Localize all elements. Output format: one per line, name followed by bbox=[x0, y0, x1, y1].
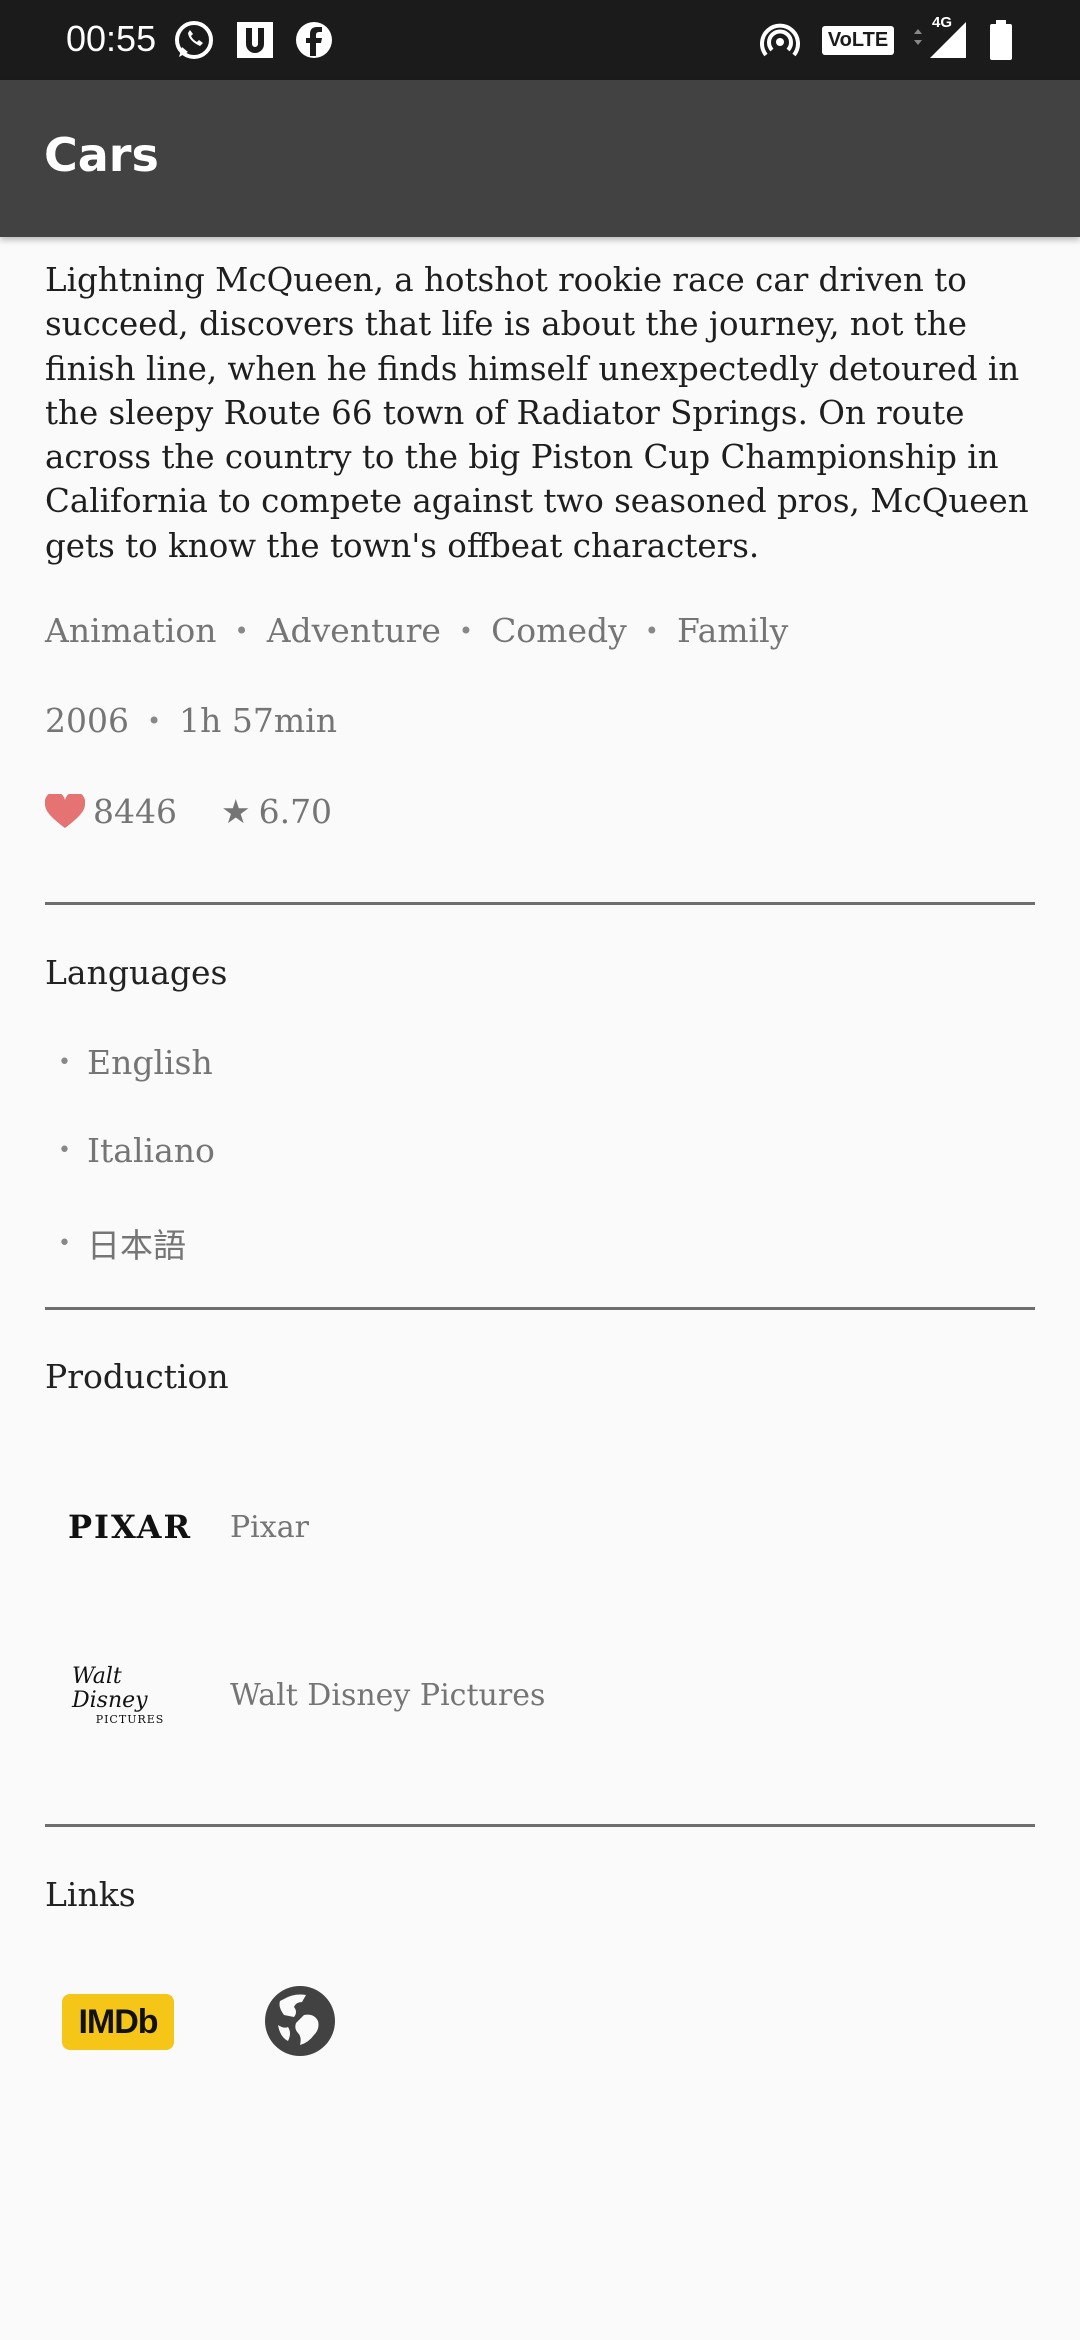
links-heading: Links bbox=[45, 1875, 136, 1914]
signal-4g-icon: 4G bbox=[908, 14, 968, 64]
release-year: 2006 bbox=[45, 701, 129, 740]
bullet: • bbox=[58, 1138, 71, 1163]
pixar-logo: PIXAR bbox=[68, 1502, 190, 1552]
release-info: 2006 • 1h 57min bbox=[45, 701, 337, 740]
imdb-link-button[interactable]: IMDb bbox=[62, 1994, 174, 2050]
genre-item: Comedy bbox=[491, 611, 627, 650]
language-label: English bbox=[86, 1043, 213, 1082]
website-link-button[interactable] bbox=[264, 1985, 336, 2057]
separator-dot: • bbox=[644, 616, 659, 645]
genre-item: Adventure bbox=[266, 611, 441, 650]
language-label: Italiano bbox=[86, 1131, 215, 1170]
company-name: Pixar bbox=[230, 1510, 309, 1545]
genre-list: Animation • Adventure • Comedy • Family bbox=[45, 611, 788, 650]
separator-dot: • bbox=[234, 616, 249, 645]
movie-overview: Lightning McQueen, a hotshot rookie race… bbox=[45, 261, 1029, 565]
divider bbox=[45, 1307, 1035, 1310]
battery-icon bbox=[986, 16, 1016, 64]
languages-heading: Languages bbox=[45, 953, 228, 992]
hotspot-icon bbox=[758, 16, 802, 64]
disney-logo: Walt Disney PICTURES bbox=[72, 1664, 188, 1726]
separator-dot: • bbox=[146, 706, 162, 735]
runtime: 1h 57min bbox=[179, 701, 337, 740]
rating-value: 6.70 bbox=[258, 792, 333, 831]
genre-item: Family bbox=[676, 611, 789, 650]
divider bbox=[45, 1824, 1035, 1827]
stats-row: 8446 ★ 6.70 bbox=[45, 792, 332, 831]
likes-count: 8446 bbox=[93, 792, 177, 831]
language-item: • Italiano bbox=[58, 1131, 215, 1170]
disney-logo-subtext: PICTURES bbox=[95, 1712, 165, 1726]
language-item: • English bbox=[58, 1043, 213, 1082]
pixar-logo-text: PIXAR bbox=[67, 1508, 193, 1546]
disney-logo-text: Walt Disney bbox=[72, 1663, 148, 1713]
page-title: Cars bbox=[44, 128, 159, 182]
company-name: Walt Disney Pictures bbox=[230, 1678, 546, 1713]
star-icon: ★ bbox=[220, 792, 251, 831]
globe-icon bbox=[265, 1986, 335, 2056]
divider bbox=[45, 902, 1035, 905]
status-time: 00:55 bbox=[66, 18, 157, 59]
bullet: • bbox=[58, 1050, 71, 1075]
network-type-label: 4G bbox=[932, 14, 953, 31]
app-bar: Cars bbox=[0, 80, 1080, 237]
production-heading: Production bbox=[45, 1357, 229, 1396]
separator-dot: • bbox=[458, 616, 474, 645]
u-app-icon bbox=[233, 16, 277, 64]
language-item: • 日本語 bbox=[58, 1219, 186, 1267]
genre-item: Animation bbox=[45, 611, 217, 650]
facebook-icon bbox=[292, 16, 336, 64]
language-label: 日本語 bbox=[86, 1226, 186, 1265]
bullet: • bbox=[58, 1230, 71, 1256]
whatsapp-icon bbox=[172, 16, 216, 64]
heart-icon bbox=[45, 793, 85, 830]
imdb-label: IMDb bbox=[78, 2002, 158, 2041]
volte-icon: VoLTE bbox=[821, 16, 895, 64]
status-bar: 00:55 VoLTE 4G bbox=[0, 0, 1080, 80]
volte-label: VoLTE bbox=[821, 25, 895, 55]
